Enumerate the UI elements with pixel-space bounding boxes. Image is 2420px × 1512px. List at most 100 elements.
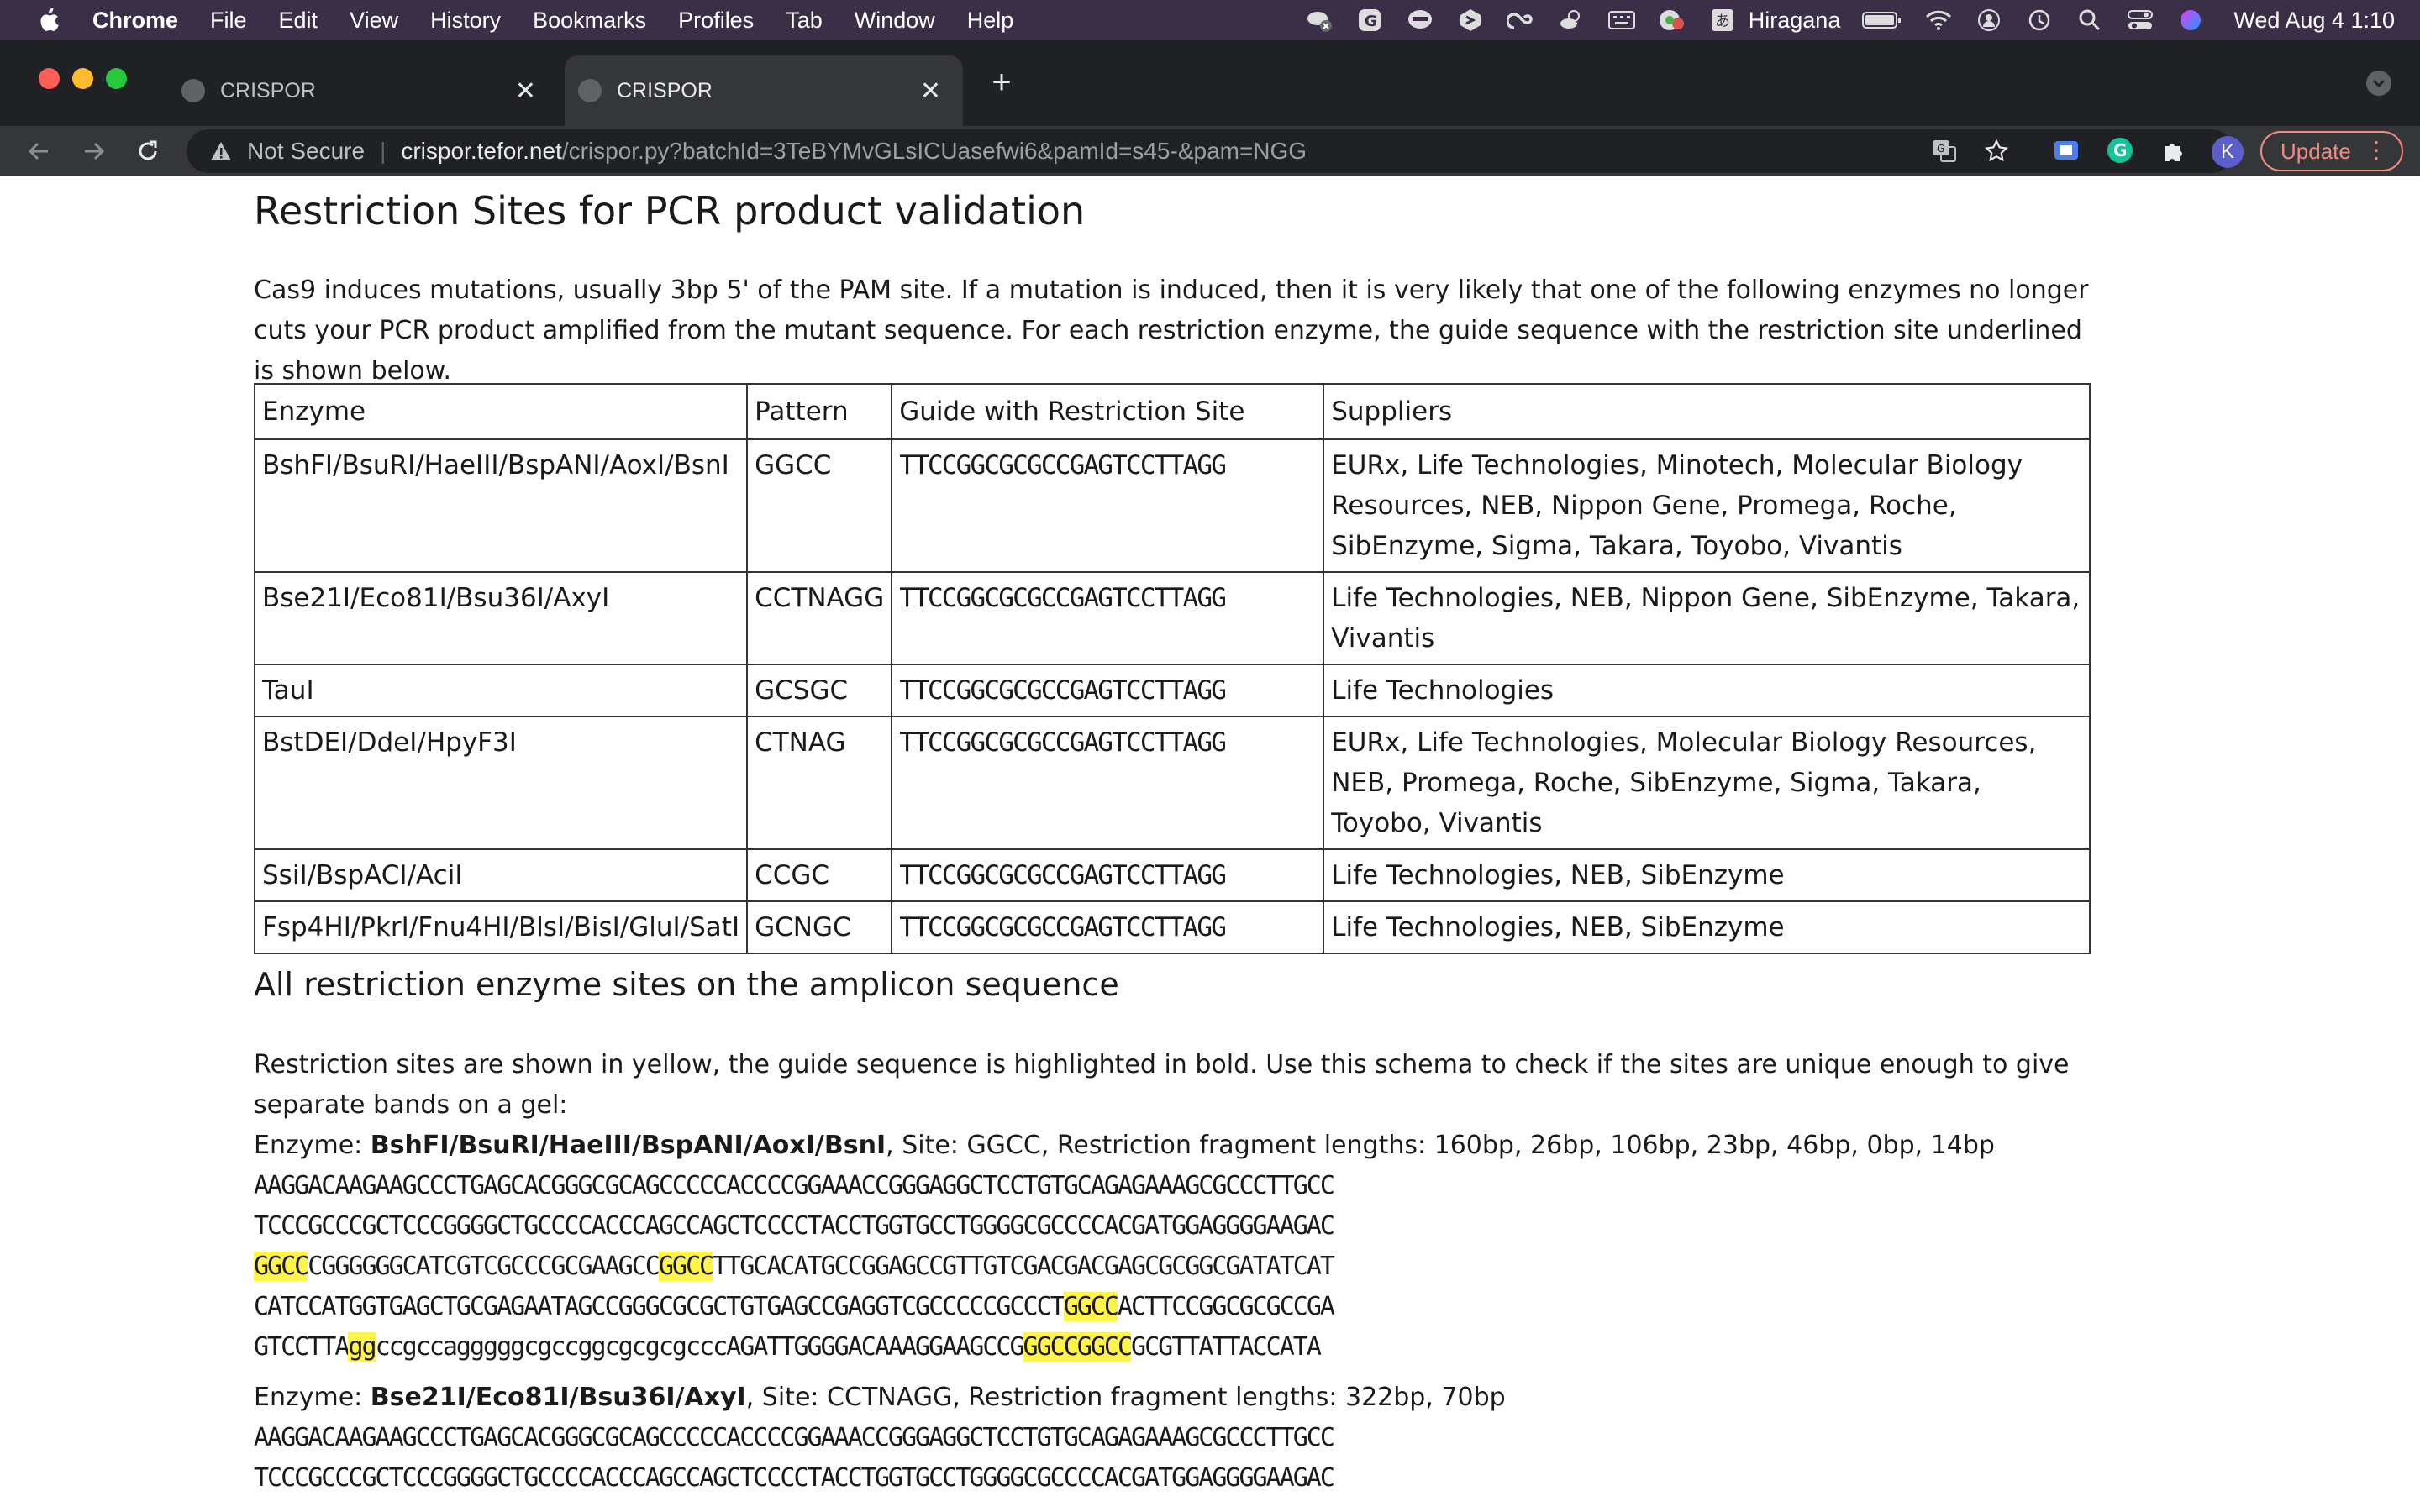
user-icon[interactable] <box>1975 8 2003 33</box>
sequence-segment: TTGCACATGCCGGAGCCGTTGTCGACGACGAGCGCGGCGA… <box>713 1252 1335 1281</box>
apple-menu-icon[interactable] <box>35 6 60 34</box>
tab-title: CRISPOR <box>220 78 316 102</box>
table-header-row: Enzyme Pattern Guide with Restriction Si… <box>253 383 2091 440</box>
sequence-segment: AAGGACAAGAAGCCCTGAGCACGGGCGCAGCCCCCACCCC… <box>254 1171 1335 1200</box>
table-row: BshFI/BsuRI/HaeIII/BspANI/AoxI/BsnI GGCC… <box>253 438 2091 573</box>
menu-window[interactable]: Window <box>855 8 935 34</box>
enzyme-cell: TauI <box>253 664 749 717</box>
enzyme-cell: Bse21I/Eco81I/Bsu36I/AxyI <box>253 571 749 665</box>
restriction-site-highlight: GGCC <box>254 1252 309 1281</box>
translate-extension-icon[interactable] <box>2052 136 2081 165</box>
sequence-segment: CATCCATGGTGAGCTGCGAGAATAGCCGGGCGCGCTGTGA… <box>254 1292 1065 1321</box>
menu-bar-tray: G あ Hiragana Wed Aug 4 1:10 <box>1283 0 2395 40</box>
header-enzyme: Enzyme <box>253 383 749 440</box>
pattern-cell: CTNAG <box>746 716 893 850</box>
keyboard-icon[interactable] <box>1607 8 1636 33</box>
siri-icon[interactable] <box>2176 8 2205 33</box>
forward-arrow-icon[interactable] <box>79 136 109 166</box>
creative-cloud-icon[interactable] <box>1506 8 1535 33</box>
pattern-cell: GCNGC <box>746 900 893 954</box>
sequence-segment: ccgccagggggcgccggcgcgcgcccAGATTGGGGACAAA… <box>375 1332 1025 1362</box>
time-machine-icon[interactable] <box>2025 8 2054 33</box>
app-status-icon[interactable] <box>1305 8 1334 33</box>
restriction-site-highlight: GGCCGGCC <box>1023 1332 1133 1362</box>
menu-history[interactable]: History <box>430 8 501 34</box>
enzyme-cell: Fsp4HI/PkrI/Fnu4HI/BlsI/BisI/GluI/SatI <box>253 900 749 954</box>
amplicon-sequence: AAGGACAAGAAGCCCTGAGCACGGGCGCAGCCCCCACCCC… <box>254 1166 2094 1368</box>
table-row: Fsp4HI/PkrI/Fnu4HI/BlsI/BisI/GluI/SatI G… <box>253 900 2091 954</box>
menu-bar-clock[interactable]: Wed Aug 4 1:10 <box>2233 8 2395 34</box>
menu-app-name[interactable]: Chrome <box>92 8 178 34</box>
guide-cell: TTCCGGCGCGCCGAGTCCTTAGG <box>891 438 1325 573</box>
warning-icon[interactable] <box>210 140 234 162</box>
input-method-label[interactable]: Hiragana <box>1749 8 1841 34</box>
suppliers-cell: Life Technologies, NEB, SibEnzyme <box>1323 900 2091 954</box>
header-guide: Guide with Restriction Site <box>891 383 1325 440</box>
suppliers-cell: EURx, Life Technologies, Minotech, Molec… <box>1323 438 2091 573</box>
translate-icon[interactable]: G <box>1931 138 1958 165</box>
grammarly-extension-icon[interactable]: G <box>2106 136 2134 165</box>
suppliers-cell: Life Technologies, NEB, SibEnzyme <box>1323 848 2091 902</box>
menu-profiles[interactable]: Profiles <box>678 8 754 34</box>
guide-cell: TTCCGGCGCGCCGAGTCCTTAGG <box>891 900 1325 954</box>
more-vert-icon[interactable]: ⋮ <box>2365 136 2388 164</box>
tab-crispor-2[interactable]: CRISPOR ✕ <box>565 55 963 126</box>
table-row: Bse21I/Eco81I/Bsu36I/AxyI CCTNAGG TTCCGG… <box>253 571 2091 665</box>
reload-icon[interactable] <box>133 136 163 166</box>
new-tab-button[interactable]: + <box>985 66 1018 99</box>
menu-edit[interactable]: Edit <box>279 8 318 34</box>
wifi-icon[interactable] <box>1924 8 1953 33</box>
tab-search-icon[interactable] <box>2366 71 2391 96</box>
guide-cell: TTCCGGCGCGCCGAGTCCTTAGG <box>891 716 1325 850</box>
grammarly-icon[interactable]: G <box>1355 8 1384 33</box>
sequence-segment: ACTTCCGGCGCGCCGA <box>1117 1292 1335 1321</box>
window-zoom-button[interactable] <box>106 68 127 89</box>
menu-help[interactable]: Help <box>967 8 1014 34</box>
battery-icon[interactable] <box>1862 8 1902 33</box>
sequence-line: GGCCCGGGGGGCATCGTCGCCCGCGAAGCCGGCCTTGCAC… <box>254 1247 2094 1287</box>
amplicon-intro-paragraph: Restriction sites are shown in yellow, t… <box>254 1050 2070 1120</box>
menu-view[interactable]: View <box>350 8 398 34</box>
enzyme-label: Enzyme: <box>254 1383 371 1412</box>
sequence-line: TCCCGCCCGCTCCCGGGGCTGCCCCACCCAGCCAGCTCCC… <box>254 1206 2094 1247</box>
line-icon[interactable] <box>1406 8 1434 33</box>
url-separator: | <box>380 138 387 164</box>
suppliers-cell: EURx, Life Technologies, Molecular Biolo… <box>1323 716 2091 850</box>
app-icon[interactable] <box>1456 8 1485 33</box>
chrome-remote-icon[interactable] <box>1658 8 1686 33</box>
window-minimize-button[interactable] <box>72 68 93 89</box>
enzyme-label: Enzyme: <box>254 1131 371 1160</box>
pattern-cell: CCTNAGG <box>746 571 893 665</box>
sequence-line: GTCCTTAggccgccagggggcgccggcgcgcgcccAGATT… <box>254 1327 2094 1368</box>
window-close-button[interactable] <box>39 68 60 89</box>
tab-crispor-1[interactable]: CRISPOR ✕ <box>168 55 558 126</box>
menu-tab[interactable]: Tab <box>786 8 823 34</box>
menu-bookmarks[interactable]: Bookmarks <box>533 8 646 34</box>
puzzle-extensions-icon[interactable] <box>2160 136 2188 165</box>
guide-cell: TTCCGGCGCGCCGAGTCCTTAGG <box>891 664 1325 717</box>
web-page: Restriction Sites for PCR product valida… <box>0 176 2420 1512</box>
security-label[interactable]: Not Secure <box>247 138 365 165</box>
svg-text:G: G <box>1937 143 1944 155</box>
tab-close-icon[interactable]: ✕ <box>515 76 536 106</box>
sequence-segment: GCGTTATTACCATA <box>1131 1332 1322 1362</box>
tab-close-icon[interactable]: ✕ <box>920 76 941 106</box>
spotlight-icon[interactable] <box>2075 8 2104 33</box>
sequence-segment: AAGGACAAGAAGCCCTGAGCACGGGCGCAGCCCCCACCCC… <box>254 1423 1335 1452</box>
address-bar[interactable]: Not Secure | crispor.tefor.net /crispor.… <box>187 129 2233 173</box>
tab-title: CRISPOR <box>617 78 713 102</box>
profile-avatar[interactable]: K <box>2212 136 2244 168</box>
input-method-icon[interactable]: あ <box>1708 8 1737 33</box>
restriction-site-highlight: GGCC <box>658 1252 714 1281</box>
menu-file[interactable]: File <box>210 8 247 34</box>
header-pattern: Pattern <box>746 383 893 440</box>
pattern-cell: GCSGC <box>746 664 893 717</box>
back-arrow-icon[interactable] <box>24 136 54 166</box>
globe-icon <box>578 79 602 102</box>
update-button[interactable]: Update ⋮ <box>2260 131 2403 171</box>
weather-icon[interactable] <box>1557 8 1586 33</box>
bookmark-star-icon[interactable] <box>1983 138 2010 165</box>
header-suppliers: Suppliers <box>1323 383 2091 440</box>
control-center-icon[interactable] <box>2126 8 2154 33</box>
restriction-enzyme-table: Enzyme Pattern Guide with Restriction Si… <box>253 383 2091 954</box>
